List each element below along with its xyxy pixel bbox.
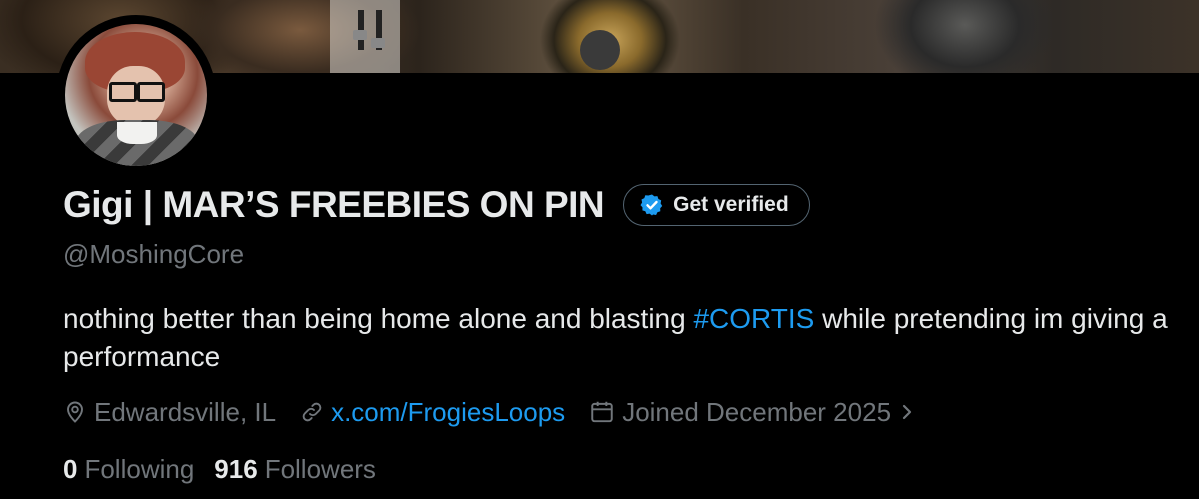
chevron-right-icon[interactable]: [898, 401, 916, 423]
banner-knob: [371, 38, 385, 48]
profile-bio: nothing better than being home alone and…: [63, 300, 1183, 376]
avatar-glasses: [137, 82, 165, 102]
website-item[interactable]: x.com/FrogiesLoops: [300, 397, 565, 428]
followers-link[interactable]: 916 Followers: [214, 454, 376, 485]
joined-text: Joined December 2025: [622, 396, 892, 427]
avatar-collar: [117, 122, 157, 144]
banner-knob: [353, 30, 367, 40]
following-label: Following: [84, 453, 195, 484]
following-link[interactable]: 0 Following: [63, 454, 194, 485]
bio-text: nothing better than being home alone and…: [63, 303, 694, 334]
display-name: Gigi | MAR’S FREEBIES ON PIN: [63, 184, 605, 225]
following-count: 0: [63, 453, 78, 484]
banner-record: [580, 30, 620, 70]
name-row: Gigi | MAR’S FREEBIES ON PIN Get verifie…: [63, 183, 810, 227]
location-text: Edwardsville, IL: [94, 396, 277, 427]
follow-counts-row: 0 Following 916 Followers: [63, 451, 376, 487]
get-verified-button[interactable]: Get verified: [623, 184, 810, 226]
verified-badge-icon: [640, 193, 664, 217]
get-verified-label: Get verified: [673, 193, 789, 216]
profile-meta-row: Edwardsville, IL x.com/FrogiesLoops Join…: [63, 393, 916, 431]
avatar-glasses: [109, 82, 137, 102]
user-handle: @MoshingCore: [63, 239, 245, 269]
followers-label: Followers: [264, 453, 376, 484]
link-icon: [300, 400, 324, 424]
location-item: Edwardsville, IL: [63, 397, 276, 428]
joined-item[interactable]: Joined December 2025: [589, 397, 916, 428]
avatar[interactable]: [65, 24, 207, 166]
website-link[interactable]: x.com/FrogiesLoops: [331, 397, 565, 428]
calendar-icon: [589, 399, 615, 425]
location-pin-icon: [63, 400, 87, 424]
followers-count: 916: [214, 453, 258, 484]
bio-hashtag-link[interactable]: #CORTIS: [693, 303, 814, 334]
